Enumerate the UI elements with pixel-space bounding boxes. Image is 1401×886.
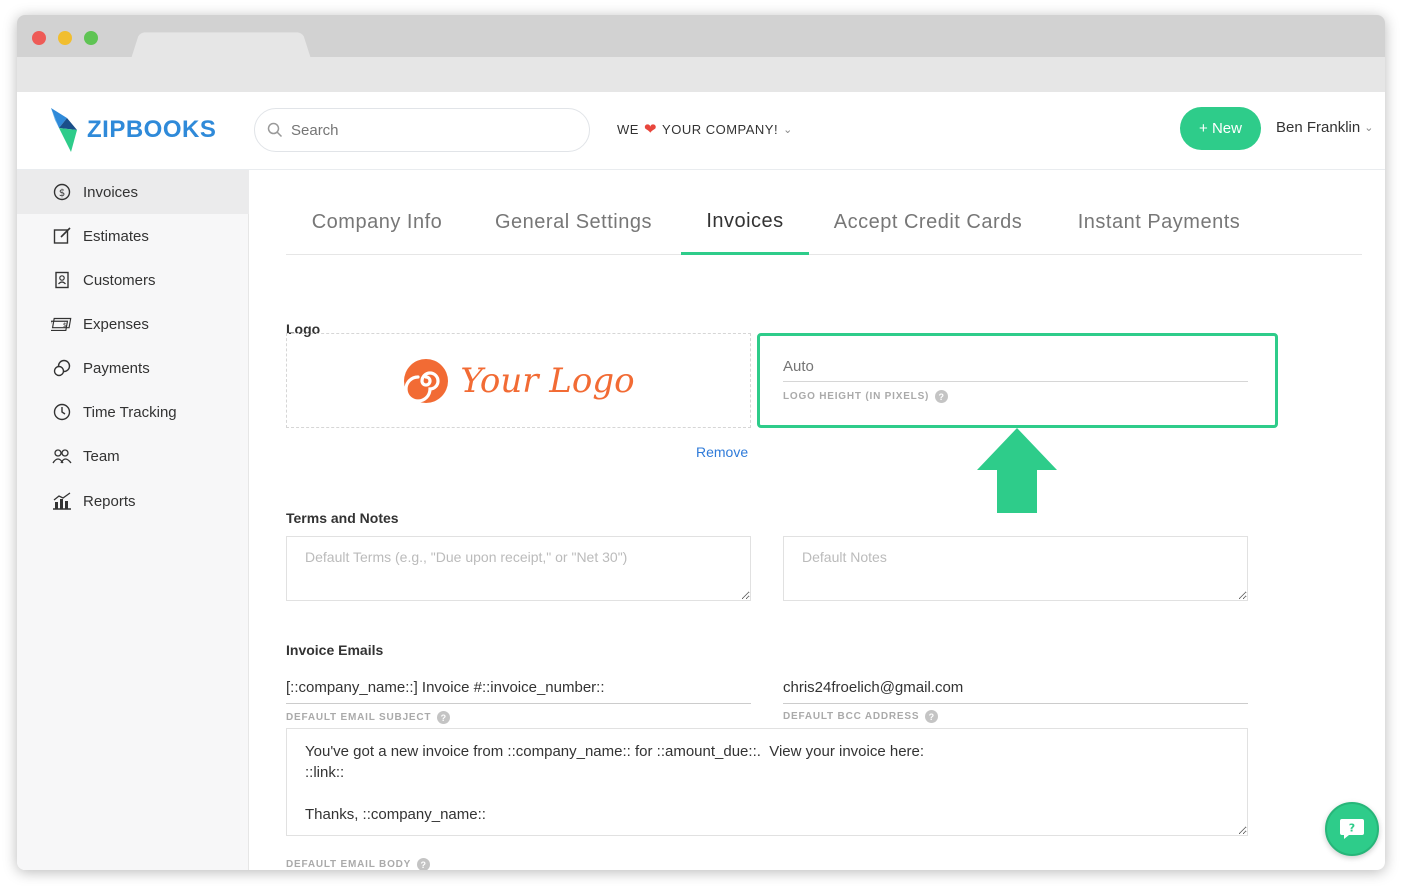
search-input[interactable]	[291, 121, 571, 139]
logo-height-label: LOGO HEIGHT (IN PIXELS) ?	[783, 390, 949, 403]
help-icon[interactable]: ?	[417, 858, 431, 870]
sidebar-item-label: Estimates	[83, 227, 149, 245]
brand-name: ZIPBOOKS	[87, 116, 217, 143]
bar-chart-icon	[51, 490, 73, 512]
company-name: YOUR COMPANY!	[662, 121, 779, 137]
zipbooks-logo-icon	[51, 108, 77, 152]
company-switcher[interactable]: WE ❤ YOUR COMPANY! ⌄	[617, 120, 793, 138]
coins-icon	[51, 357, 73, 379]
tab-invoices[interactable]: Invoices	[681, 190, 809, 255]
sidebar-item-customers[interactable]: Customers	[17, 258, 249, 302]
user-menu[interactable]: Ben Franklin ⌄	[1276, 119, 1373, 136]
browser-chrome	[17, 15, 1385, 92]
sidebar-item-invoices[interactable]: $ Invoices	[17, 170, 249, 214]
chat-support-button[interactable]: ?	[1325, 802, 1379, 856]
help-icon[interactable]: ?	[437, 711, 451, 724]
sidebar: $ Invoices Estimates Customers $ Expense…	[17, 170, 249, 870]
logo-upload-area[interactable]: Your Logo	[286, 333, 751, 428]
invoice-emails-title: Invoice Emails	[286, 642, 384, 658]
help-icon[interactable]: ?	[925, 710, 939, 723]
browser-tab[interactable]	[131, 32, 311, 59]
logo-placeholder-text: Your Logo	[460, 360, 635, 401]
tab-general-settings[interactable]: General Settings	[476, 190, 671, 255]
email-subject-label: DEFAULT EMAIL SUBJECT ?	[286, 711, 451, 724]
chevron-down-icon: ⌄	[1364, 122, 1374, 134]
email-subject-label-text: DEFAULT EMAIL SUBJECT	[286, 712, 432, 723]
heart-icon: ❤	[643, 121, 658, 138]
sidebar-item-label: Time Tracking	[83, 403, 177, 421]
terms-section-title: Terms and Notes	[286, 510, 399, 526]
logo-preview: Your Logo	[402, 357, 635, 405]
chat-help-icon: ?	[1340, 819, 1364, 839]
svg-text:?: ?	[1349, 822, 1355, 835]
contact-book-icon	[51, 269, 73, 291]
search-box[interactable]	[254, 108, 590, 152]
bcc-address-label: DEFAULT BCC ADDRESS ?	[783, 710, 939, 723]
sidebar-item-reports[interactable]: Reports	[17, 479, 249, 523]
bcc-address-input[interactable]	[783, 672, 1248, 704]
money-stack-icon: $	[51, 313, 73, 335]
maximize-window-button[interactable]	[84, 31, 98, 45]
help-icon[interactable]: ?	[935, 390, 949, 403]
bcc-address-label-text: DEFAULT BCC ADDRESS	[783, 711, 920, 722]
settings-tabs: Company Info General Settings Invoices A…	[286, 190, 1362, 255]
logo-height-label-text: LOGO HEIGHT (IN PIXELS)	[783, 391, 930, 402]
minimize-window-button[interactable]	[58, 31, 72, 45]
email-body-label: DEFAULT EMAIL BODY ?	[286, 858, 431, 870]
sidebar-item-label: Customers	[83, 271, 156, 289]
email-body-textarea[interactable]	[286, 728, 1248, 836]
sidebar-item-estimates[interactable]: Estimates	[17, 214, 249, 258]
tab-accept-credit-cards[interactable]: Accept Credit Cards	[821, 190, 1035, 255]
sidebar-item-label: Payments	[83, 359, 150, 377]
email-body-label-text: DEFAULT EMAIL BODY	[286, 859, 412, 870]
browser-window: ZIPBOOKS WE ❤ YOUR COMPANY! ⌄ + New Ben …	[17, 15, 1385, 870]
email-subject-input[interactable]	[286, 672, 751, 704]
tab-company-info[interactable]: Company Info	[286, 190, 468, 255]
dollar-circle-icon: $	[51, 181, 73, 203]
default-notes-textarea[interactable]	[783, 536, 1248, 601]
sidebar-item-time-tracking[interactable]: Time Tracking	[17, 390, 249, 434]
default-terms-textarea[interactable]	[286, 536, 751, 601]
user-name: Ben Franklin	[1276, 119, 1361, 136]
edit-icon	[51, 225, 73, 247]
brand-logo[interactable]: ZIPBOOKS	[49, 108, 216, 152]
sidebar-item-label: Expenses	[83, 315, 149, 333]
remove-logo-link[interactable]: Remove	[696, 444, 748, 460]
tab-instant-payments[interactable]: Instant Payments	[1064, 190, 1254, 255]
clock-icon	[51, 401, 73, 423]
sidebar-item-label: Invoices	[83, 183, 139, 201]
spiral-icon	[404, 358, 449, 403]
sidebar-item-team[interactable]: Team	[17, 434, 249, 478]
close-window-button[interactable]	[32, 31, 46, 45]
sidebar-item-payments[interactable]: Payments	[17, 346, 249, 390]
chevron-down-icon: ⌄	[783, 123, 793, 136]
people-icon	[51, 445, 73, 467]
arrow-up-icon	[977, 428, 1057, 513]
new-button[interactable]: + New	[1180, 107, 1261, 150]
settings-content: Company Info General Settings Invoices A…	[249, 170, 1385, 870]
svg-text:$: $	[59, 188, 65, 199]
company-prefix: WE	[617, 121, 639, 137]
logo-height-input[interactable]	[783, 352, 1248, 382]
app-header: ZIPBOOKS WE ❤ YOUR COMPANY! ⌄ + New Ben …	[17, 92, 1385, 170]
svg-text:$: $	[63, 321, 67, 329]
sidebar-item-label: Team	[83, 447, 120, 465]
sidebar-item-label: Reports	[83, 492, 136, 510]
search-icon	[267, 122, 283, 138]
sidebar-item-expenses[interactable]: $ Expenses	[17, 302, 249, 346]
